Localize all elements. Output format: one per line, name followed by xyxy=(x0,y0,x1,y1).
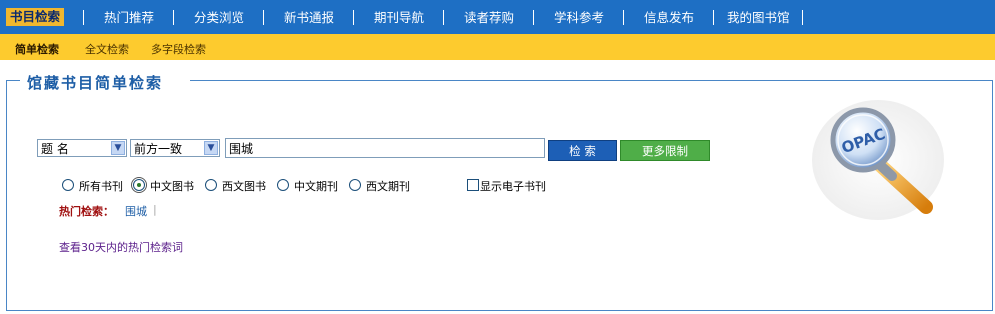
subnav-simple-search[interactable]: 简单检索 xyxy=(15,41,59,57)
search-button[interactable]: 检 索 xyxy=(548,140,617,161)
nav-separator xyxy=(623,10,624,25)
nav-item-catalog-search[interactable]: 书目检索 xyxy=(6,8,65,26)
hot-search-term[interactable]: 围城 xyxy=(125,203,147,219)
nav-item-info-publish[interactable]: 信息发布 xyxy=(644,9,694,26)
nav-separator xyxy=(533,10,534,25)
nav-separator xyxy=(443,10,444,25)
sub-nav-bar: 简单检索 全文检索 多字段检索 xyxy=(0,34,995,60)
radio-label: 中文期刊 xyxy=(294,180,338,193)
radio-label: 西文图书 xyxy=(222,180,266,193)
field-select[interactable]: 题 名 ▼ xyxy=(37,139,127,157)
hot-search-label: 热门检索： xyxy=(59,205,114,218)
nav-item-hot-recommend[interactable]: 热门推荐 xyxy=(104,9,154,26)
radio-circle-icon[interactable] xyxy=(277,179,289,191)
show-ebooks-label[interactable]: 显示电子书刊 xyxy=(480,178,546,194)
nav-item-journal-nav[interactable]: 期刊导航 xyxy=(374,9,424,26)
match-mode-select[interactable]: 前方一致 ▼ xyxy=(130,139,220,157)
nav-separator xyxy=(802,10,803,25)
radio-circle-icon[interactable] xyxy=(349,179,361,191)
nav-item-reader-recommend[interactable]: 读者荐购 xyxy=(464,9,514,26)
nav-separator xyxy=(83,10,84,25)
chevron-down-icon[interactable]: ▼ xyxy=(204,141,218,155)
subnav-multifield-search[interactable]: 多字段检索 xyxy=(151,41,206,57)
panel-border xyxy=(6,80,20,81)
radio-circle-icon[interactable] xyxy=(205,179,217,191)
hot-search-separator: | xyxy=(153,203,157,216)
chevron-down-icon[interactable]: ▼ xyxy=(111,141,125,155)
hot-30days-link[interactable]: 查看30天内的热门检索词 xyxy=(59,239,183,255)
radio-label: 所有书刊 xyxy=(79,180,123,193)
nav-item-category-browse[interactable]: 分类浏览 xyxy=(194,9,244,26)
nav-item-new-books[interactable]: 新书通报 xyxy=(284,9,334,26)
match-select-value: 前方一致 xyxy=(134,142,183,156)
field-select-value: 题 名 xyxy=(41,142,69,156)
search-input[interactable] xyxy=(225,138,545,158)
radio-circle-icon[interactable] xyxy=(133,179,145,191)
panel-border xyxy=(190,80,992,81)
panel-title: 馆藏书目简单检索 xyxy=(27,74,164,92)
subnav-fulltext-search[interactable]: 全文检索 xyxy=(85,41,129,57)
nav-separator xyxy=(713,10,714,25)
more-limits-button[interactable]: 更多限制 xyxy=(620,140,710,161)
nav-separator xyxy=(263,10,264,25)
nav-separator xyxy=(353,10,354,25)
opac-magnifier-icon: OPAC xyxy=(812,100,944,220)
top-nav-bar: 书目检索 热门推荐 分类浏览 新书通报 期刊导航 读者荐购 学科参考 信息发布 … xyxy=(0,0,995,34)
radio-label: 西文期刊 xyxy=(366,180,410,193)
radio-circle-icon[interactable] xyxy=(62,179,74,191)
radio-selected-dot-icon xyxy=(137,183,141,187)
nav-separator xyxy=(173,10,174,25)
nav-item-subject-reference[interactable]: 学科参考 xyxy=(554,9,604,26)
nav-item-my-library[interactable]: 我的图书馆 xyxy=(727,9,790,26)
radio-label: 中文图书 xyxy=(150,180,194,193)
show-ebooks-checkbox[interactable] xyxy=(467,179,479,191)
